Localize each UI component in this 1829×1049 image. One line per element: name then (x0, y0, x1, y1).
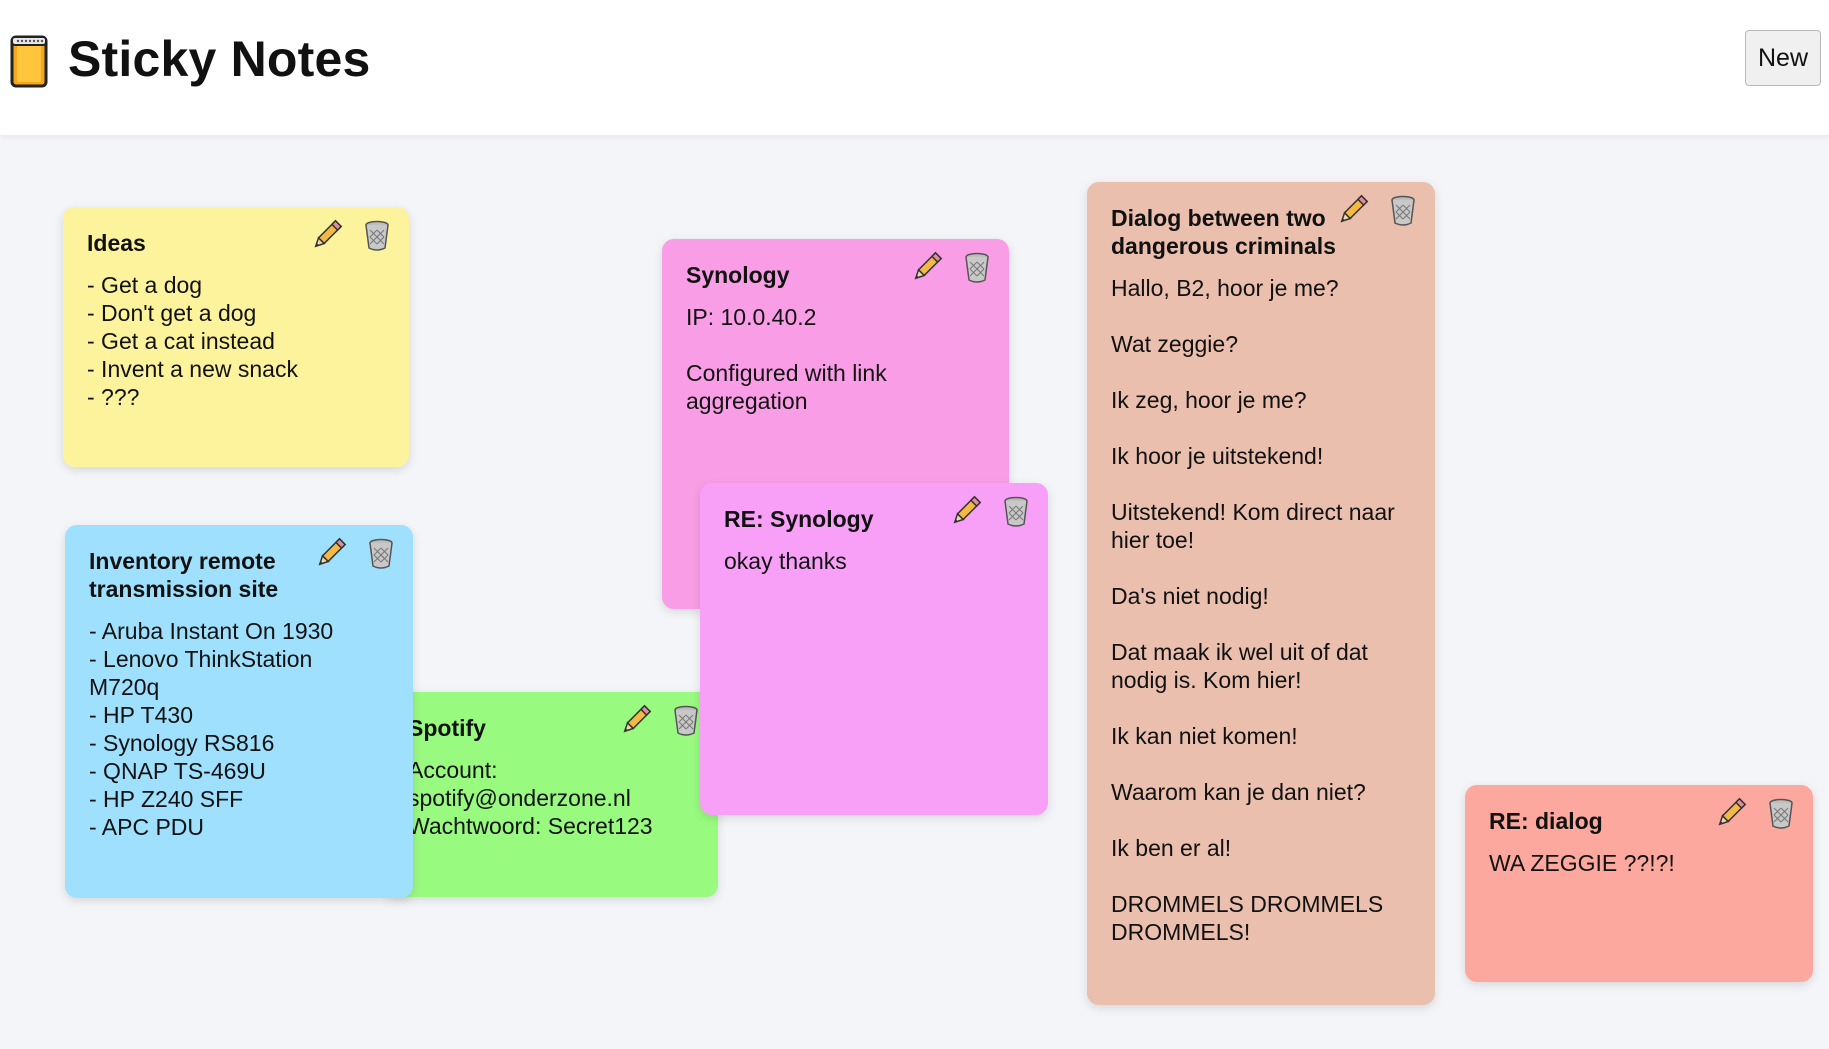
trash-icon[interactable] (959, 249, 995, 285)
pencil-icon[interactable] (618, 702, 654, 738)
pencil-icon[interactable] (309, 217, 345, 253)
pencil-icon[interactable] (1713, 795, 1749, 831)
note-card[interactable]: RE: Synology okay thanks (700, 483, 1048, 815)
note-body: - Aruba Instant On 1930 - Lenovo ThinkSt… (89, 618, 334, 840)
note-title: Dialog between two dangerous criminals (1111, 205, 1336, 259)
note-body: - Get a dog - Don't get a dog - Get a ca… (87, 272, 298, 410)
notepad-icon (10, 34, 48, 88)
note-actions (309, 217, 395, 253)
note-body: Hallo, B2, hoor je me? Wat zeggie? Ik ze… (1111, 275, 1395, 945)
note-title: Spotify (408, 715, 486, 741)
note-title: Inventory remote transmission site (89, 548, 282, 602)
new-note-button[interactable]: New (1745, 30, 1821, 86)
app-header: Sticky Notes New (0, 0, 1829, 135)
notes-board: Ideas - Get a dog - Don't get a dog - Ge… (0, 135, 1829, 1049)
note-body: WA ZEGGIE ??!?! (1489, 850, 1675, 876)
trash-icon[interactable] (1763, 795, 1799, 831)
note-card[interactable]: Dialog between two dangerous criminals H… (1087, 182, 1435, 1005)
note-card[interactable]: Inventory remote transmission site - Aru… (65, 525, 413, 898)
note-card[interactable]: Ideas - Get a dog - Don't get a dog - Ge… (63, 207, 409, 467)
pencil-icon[interactable] (948, 493, 984, 529)
note-body: Account: spotify@onderzone.nl Wachtwoord… (408, 757, 653, 839)
note-actions (1713, 795, 1799, 831)
note-body: IP: 10.0.40.2 Configured with link aggre… (686, 304, 887, 414)
pencil-icon[interactable] (909, 249, 945, 285)
note-title: RE: dialog (1489, 808, 1603, 834)
trash-icon[interactable] (363, 535, 399, 571)
note-actions (909, 249, 995, 285)
trash-icon[interactable] (359, 217, 395, 253)
page-title: Sticky Notes (68, 31, 371, 87)
note-actions (1335, 192, 1421, 228)
note-card[interactable]: RE: dialog WA ZEGGIE ??!?! (1465, 785, 1813, 982)
trash-icon[interactable] (998, 493, 1034, 529)
pencil-icon[interactable] (1335, 192, 1371, 228)
note-title: Synology (686, 262, 790, 288)
note-actions (313, 535, 399, 571)
pencil-icon[interactable] (313, 535, 349, 571)
note-title: RE: Synology (724, 506, 874, 532)
note-body: okay thanks (724, 548, 847, 574)
trash-icon[interactable] (1385, 192, 1421, 228)
trash-icon[interactable] (668, 702, 704, 738)
note-actions (948, 493, 1034, 529)
note-card[interactable]: Spotify Account: spotify@onderzone.nl Wa… (384, 692, 718, 897)
note-title: Ideas (87, 230, 146, 256)
note-actions (618, 702, 704, 738)
